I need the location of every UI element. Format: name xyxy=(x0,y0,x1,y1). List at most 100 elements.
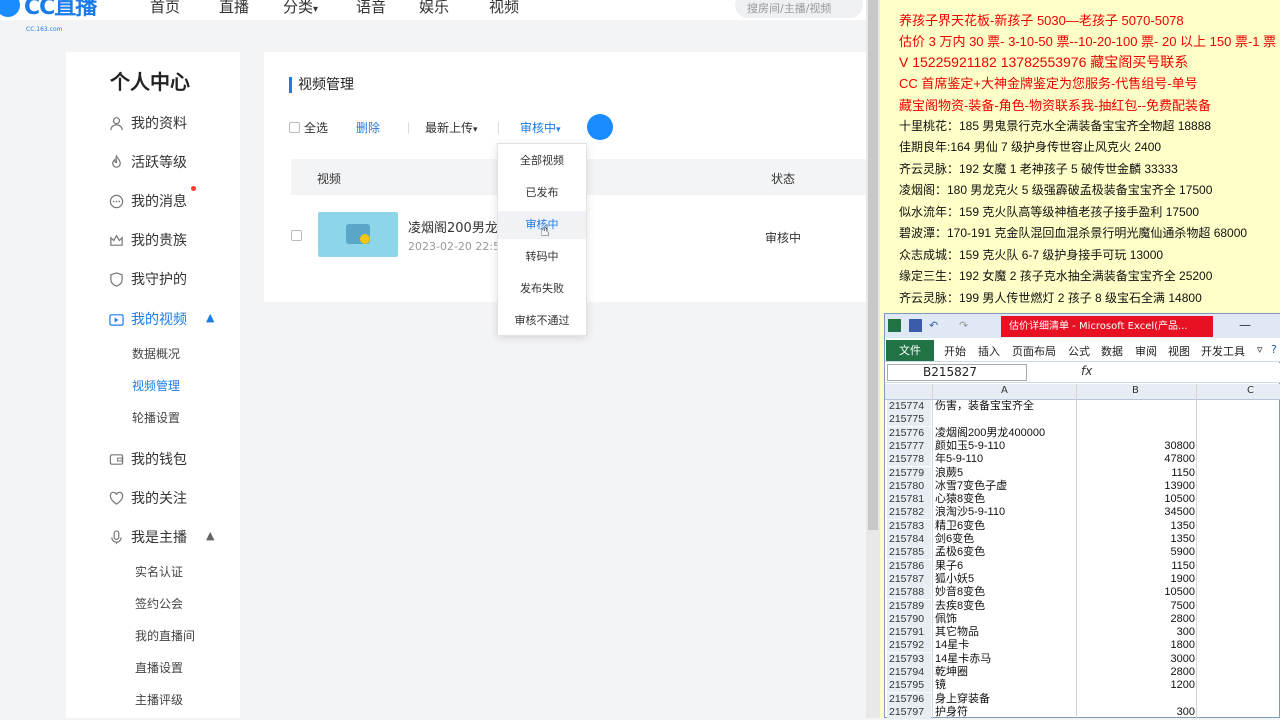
table-row[interactable]: 215776 凌烟阁200男龙400000 xyxy=(885,426,1280,440)
sidebar-item-wallet[interactable]: 我的钱包 xyxy=(108,449,187,469)
cell-a[interactable]: 14星卡赤马 xyxy=(935,653,991,666)
tab-developer[interactable]: 开发工具 xyxy=(1201,343,1245,359)
table-row[interactable]: 215777 颜如玉5-9-110 30800 xyxy=(885,439,1280,453)
chevron-up-icon[interactable]: ▲ xyxy=(206,529,214,542)
cell-a[interactable]: 浪淘沙5-9-110 xyxy=(935,506,1005,519)
sidebar-item-my-video[interactable]: 我的视频 xyxy=(108,309,187,329)
cell-a[interactable]: 妙音8变色 xyxy=(935,586,985,599)
menu-item-all[interactable]: 全部视频 xyxy=(498,147,586,175)
redo-icon[interactable]: ↷ xyxy=(959,319,972,332)
cell-a[interactable]: 身上穿装备 xyxy=(935,693,990,706)
cell-a[interactable]: 剑6变色 xyxy=(935,533,974,546)
table-row[interactable]: 215783 精卫6变色 1350 xyxy=(885,519,1280,533)
save-icon[interactable] xyxy=(909,319,922,332)
tab-formulas[interactable]: 公式 xyxy=(1068,343,1090,359)
delete-button[interactable]: 删除 xyxy=(356,119,380,136)
tab-file[interactable]: 文件 xyxy=(886,340,934,361)
table-row[interactable]: 215788 妙音8变色 10500 xyxy=(885,586,1280,600)
nav-home[interactable]: 首页 xyxy=(150,0,180,17)
sidebar-item-level[interactable]: 活跃等级 xyxy=(108,152,187,172)
tab-view[interactable]: 视图 xyxy=(1168,343,1190,359)
sidebar-item-messages[interactable]: 我的消息 xyxy=(108,191,187,211)
cell-b[interactable]: 5900 xyxy=(1077,546,1195,559)
menu-item-published[interactable]: 已发布 xyxy=(498,179,586,207)
sidebar-sub-my-room[interactable]: 我的直播间 xyxy=(135,627,195,644)
sidebar-sub-carousel[interactable]: 轮播设置 xyxy=(132,409,180,426)
table-row[interactable]: 215793 14星卡赤马 3000 xyxy=(885,652,1280,666)
table-row[interactable]: 215796 身上穿装备 xyxy=(885,692,1280,706)
cell-a[interactable]: 凌烟阁200男龙400000 xyxy=(935,427,1045,440)
table-row[interactable]: 215784 剑6变色 1350 xyxy=(885,533,1280,546)
cell-b[interactable]: 300 xyxy=(1077,626,1195,639)
row-number[interactable]: 215782 xyxy=(887,506,931,520)
tab-home[interactable]: 开始 xyxy=(944,343,966,359)
row-number[interactable]: 215777 xyxy=(887,439,931,453)
row-number[interactable]: 215779 xyxy=(887,466,931,480)
undo-icon[interactable]: ↶ xyxy=(929,319,942,332)
cell-b[interactable]: 1150 xyxy=(1077,560,1195,573)
table-row[interactable]: 215786 果子6 1150 xyxy=(885,559,1280,573)
row-number[interactable]: 215788 xyxy=(887,586,931,600)
cell-a[interactable]: 乾坤圈 xyxy=(935,666,968,679)
cell-b[interactable]: 300 xyxy=(1077,706,1195,719)
table-row[interactable]: 215794 乾坤圈 2800 xyxy=(885,666,1280,679)
help-icon[interactable]: ? xyxy=(1271,343,1277,356)
cell-a[interactable]: 颜如玉5-9-110 xyxy=(935,440,1005,453)
table-row[interactable]: 215797 护身符 300 xyxy=(885,705,1280,719)
menu-item-rejected[interactable]: 审核不通过 xyxy=(498,307,586,335)
spreadsheet-grid[interactable]: 215774 伤害，装备宝宝齐全 215775 215776 凌烟阁200男龙40000… xyxy=(885,400,1280,720)
row-number[interactable]: 215796 xyxy=(887,692,931,706)
column-c[interactable]: C xyxy=(1247,385,1254,396)
row-number[interactable]: 215786 xyxy=(887,559,931,573)
table-row[interactable]: 215791 其它物品 300 xyxy=(885,626,1280,640)
row-number[interactable]: 215778 xyxy=(887,453,931,467)
sidebar-item-noble[interactable]: 我的贵族 xyxy=(108,230,187,250)
search-input[interactable]: 搜房间/主播/视频 xyxy=(735,0,863,18)
nav-voice[interactable]: 语音 xyxy=(356,0,386,17)
sidebar-sub-realname[interactable]: 实名认证 xyxy=(135,563,183,580)
cell-a[interactable]: 伤害，装备宝宝齐全 xyxy=(935,400,1034,413)
sidebar-item-profile[interactable]: 我的资料 xyxy=(108,113,187,133)
table-row[interactable]: 215782 浪淘沙5-9-110 34500 xyxy=(885,506,1280,520)
cell-b[interactable]: 10500 xyxy=(1077,493,1195,506)
cell-b[interactable]: 2800 xyxy=(1077,613,1195,626)
cell-b[interactable]: 47800 xyxy=(1077,453,1195,466)
table-row[interactable]: 215787 狐小妖5 1900 xyxy=(885,572,1280,586)
cell-a[interactable]: 佩饰 xyxy=(935,613,957,626)
tab-insert[interactable]: 插入 xyxy=(978,343,1000,359)
row-number[interactable]: 215785 xyxy=(887,546,931,560)
select-all-checkbox[interactable]: 全选 xyxy=(289,119,328,136)
table-row[interactable]: 215779 浪蕨5 1150 xyxy=(885,466,1280,480)
row-number[interactable]: 215776 xyxy=(887,426,931,440)
video-title[interactable]: 凌烟阁200男龙40 xyxy=(408,217,500,236)
minimize-icon[interactable]: — xyxy=(1239,318,1251,332)
cell-b[interactable]: 34500 xyxy=(1077,506,1195,519)
menu-item-transcoding[interactable]: 转码中 xyxy=(498,243,586,271)
sidebar-item-follow[interactable]: 我的关注 xyxy=(108,488,187,508)
cell-a[interactable]: 心猿8变色 xyxy=(935,493,985,506)
cell-a[interactable]: 孟极6变色 xyxy=(935,546,985,559)
cell-b[interactable]: 2800 xyxy=(1077,666,1195,679)
cell-a[interactable]: 冰雪7变色子虚 xyxy=(935,480,1007,493)
cell-a[interactable]: 果子6 xyxy=(935,560,963,573)
cell-a[interactable]: 去疾8变色 xyxy=(935,600,985,613)
table-row[interactable]: 215774 伤害，装备宝宝齐全 xyxy=(885,400,1280,413)
cell-a[interactable]: 其它物品 xyxy=(935,626,979,639)
sidebar-sub-guild[interactable]: 签约公会 xyxy=(135,595,183,612)
chevron-up-icon[interactable]: ▲ xyxy=(206,311,214,324)
row-number[interactable]: 215790 xyxy=(887,612,931,626)
row-number[interactable]: 215787 xyxy=(887,572,931,586)
table-row[interactable]: 215795 镜 1200 xyxy=(885,679,1280,693)
column-b[interactable]: B xyxy=(1132,385,1139,396)
table-row[interactable]: 215785 孟极6变色 5900 xyxy=(885,546,1280,560)
table-row[interactable]: 215780 冰雪7变色子虚 13900 xyxy=(885,479,1280,493)
cell-a[interactable]: 镜 xyxy=(935,679,946,692)
nav-live[interactable]: 直播 xyxy=(219,0,249,17)
cell-b[interactable]: 1200 xyxy=(1077,679,1195,692)
cell-a[interactable]: 浪蕨5 xyxy=(935,467,963,480)
video-thumbnail[interactable] xyxy=(318,212,398,257)
chevron-down-icon[interactable]: ▿ xyxy=(1257,343,1263,356)
cell-b[interactable]: 10500 xyxy=(1077,586,1195,599)
table-row[interactable]: 215790 佩饰 2800 xyxy=(885,612,1280,626)
row-number[interactable]: 215783 xyxy=(887,519,931,533)
